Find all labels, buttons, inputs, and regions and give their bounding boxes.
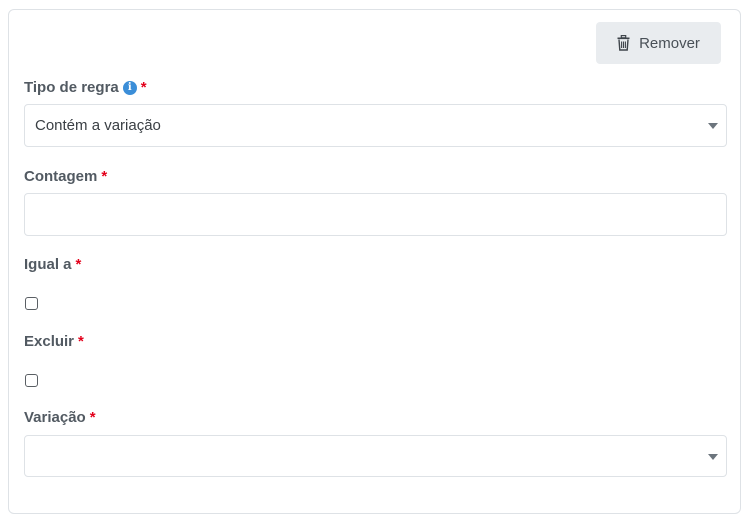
- required-asterisk: *: [75, 256, 82, 273]
- info-icon[interactable]: i: [122, 80, 137, 95]
- excluir-checkbox[interactable]: [25, 374, 38, 387]
- required-asterisk: *: [89, 409, 96, 426]
- excluir-label-text: Excluir: [24, 333, 75, 350]
- rule-card: Remover Tipo de regra i * Contém a varia…: [8, 9, 741, 514]
- variacao-label: Variação *: [24, 409, 96, 426]
- remove-button[interactable]: Remover: [596, 22, 721, 64]
- excluir-label: Excluir *: [24, 333, 84, 350]
- required-asterisk: *: [140, 79, 147, 96]
- variacao-select[interactable]: [24, 435, 727, 477]
- variacao-label-text: Variação: [24, 409, 86, 426]
- igual-a-label: Igual a *: [24, 256, 81, 273]
- tipo-de-regra-select[interactable]: Contém a variação: [24, 104, 727, 147]
- tipo-de-regra-label: Tipo de regra i *: [24, 79, 147, 96]
- igual-a-label-text: Igual a: [24, 256, 72, 273]
- trash-icon: [617, 35, 630, 51]
- required-asterisk: *: [78, 333, 84, 350]
- tipo-de-regra-value: Contém a variação: [35, 117, 161, 134]
- required-asterisk: *: [101, 168, 108, 185]
- tipo-de-regra-label-text: Tipo de regra: [24, 79, 119, 96]
- contagem-input[interactable]: [24, 193, 727, 236]
- igual-a-checkbox[interactable]: [25, 297, 38, 310]
- contagem-label-text: Contagem: [24, 168, 98, 185]
- chevron-down-icon: [708, 454, 718, 460]
- remove-button-label: Remover: [639, 34, 700, 52]
- chevron-down-icon: [708, 123, 718, 129]
- contagem-label: Contagem *: [24, 168, 107, 185]
